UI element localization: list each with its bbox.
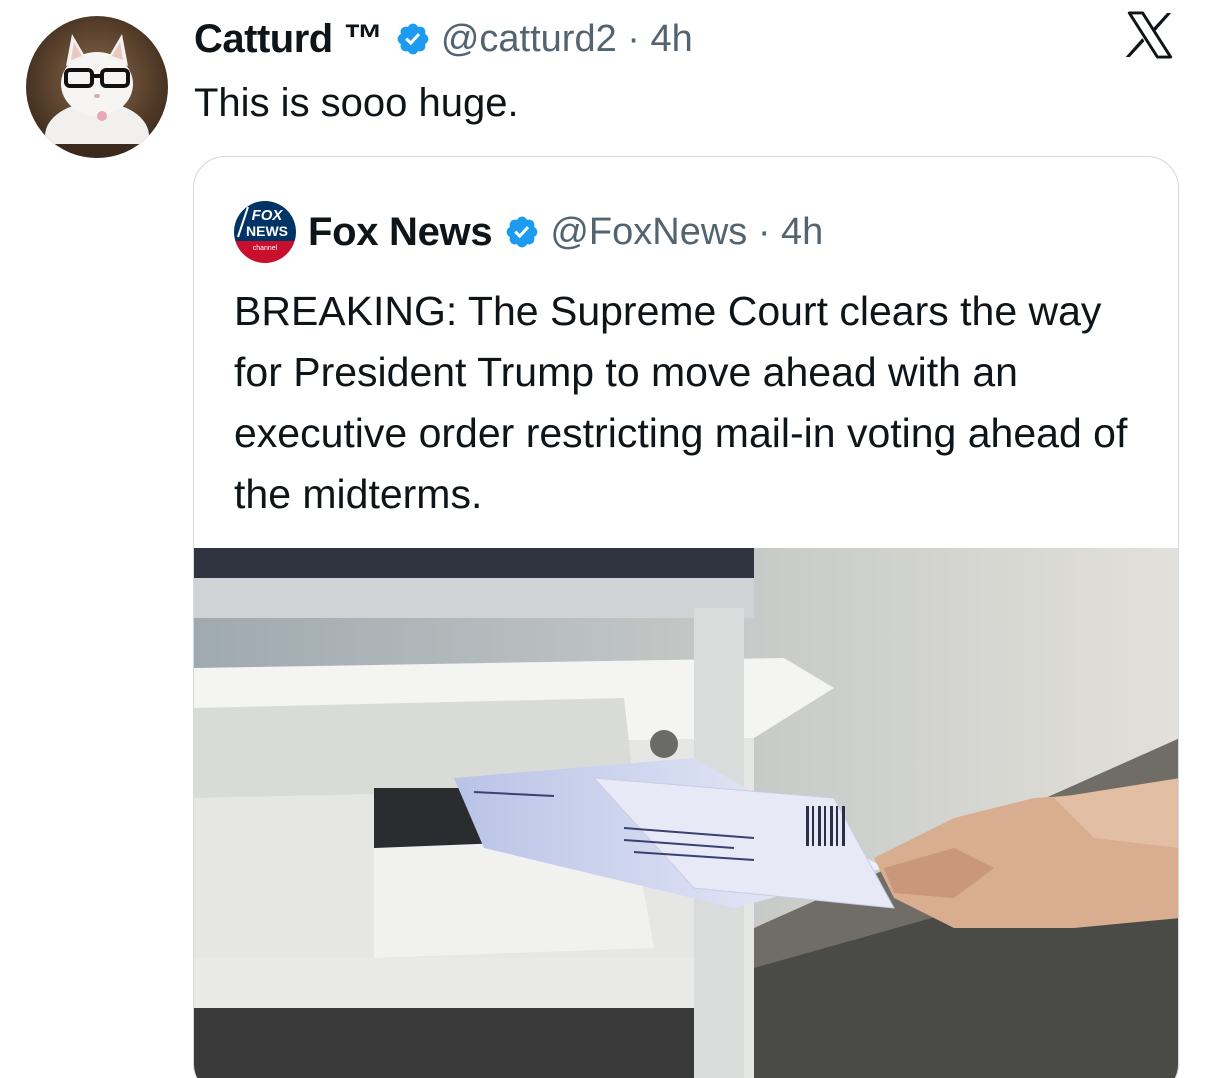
mail-ballot-drop-box-photo xyxy=(194,548,1178,1078)
fox-logo-word-3: channel xyxy=(253,245,278,252)
quoted-author-handle[interactable]: @FoxNews · 4h xyxy=(550,211,823,254)
x-logo-icon[interactable] xyxy=(1122,8,1178,62)
fox-logo-word-1: FOX xyxy=(252,207,284,224)
quoted-tweet-card[interactable]: FOX NEWS channel Fox News @FoxNews · 4h … xyxy=(193,156,1179,1078)
verified-badge-icon xyxy=(506,216,538,248)
cat-with-glasses-image xyxy=(26,34,168,158)
verified-badge-icon xyxy=(397,23,429,55)
quoted-tweet-text: BREAKING: The Supreme Court clears the w… xyxy=(234,288,1128,517)
fox-news-logo-icon: FOX NEWS channel xyxy=(234,201,296,263)
quoted-tweet-image[interactable] xyxy=(194,548,1178,1078)
fox-logo-word-2: NEWS xyxy=(246,223,288,239)
quoted-tweet-header: FOX NEWS channel Fox News @FoxNews · 4h xyxy=(234,201,823,263)
author-avatar[interactable] xyxy=(26,16,168,158)
author-handle[interactable]: @catturd2 · 4h xyxy=(441,18,693,61)
quoted-author-name[interactable]: Fox News xyxy=(308,210,493,255)
tweet-header: Catturd ™ @catturd2 · 4h xyxy=(194,12,693,66)
tweet-text: This is sooo huge. xyxy=(194,81,519,125)
author-name[interactable]: Catturd ™ xyxy=(194,17,383,62)
fox-news-avatar[interactable]: FOX NEWS channel xyxy=(234,201,296,263)
